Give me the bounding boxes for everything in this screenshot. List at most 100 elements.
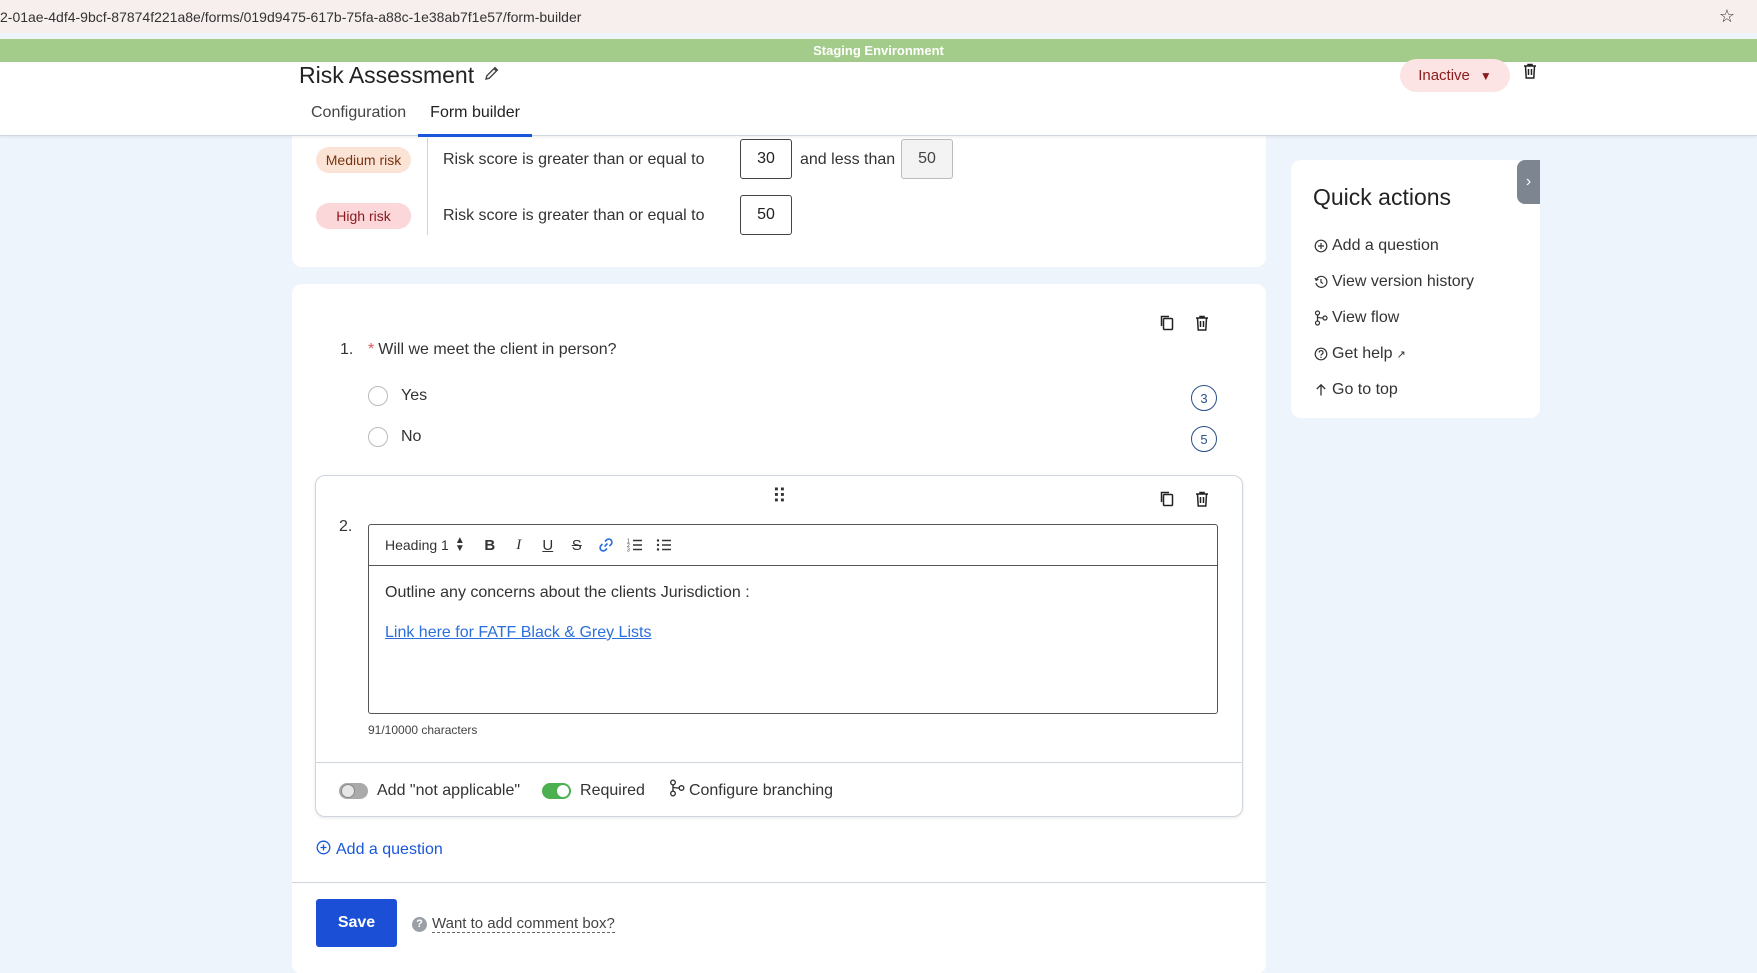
bookmark-star-icon[interactable]: ☆ [1719, 6, 1735, 27]
tab-bar: Configuration Form builder [299, 100, 532, 137]
question-2-footer-divider [316, 762, 1242, 763]
fatf-lists-link[interactable]: Link here for FATF Black & Grey Lists [385, 624, 651, 641]
option-yes-label: Yes [401, 387, 428, 404]
quick-action-add-question[interactable]: Add a question [1313, 228, 1474, 264]
svg-text:3: 3 [627, 548, 630, 554]
option-no-score[interactable]: 5 [1191, 426, 1217, 452]
risk-row-high: High risk [316, 203, 411, 229]
quick-action-get-help[interactable]: Get help ↗ [1313, 336, 1474, 372]
question-1-number: 1. [340, 341, 354, 358]
plus-circle-icon [1313, 239, 1328, 253]
url-text[interactable]: 2-01ae-4df4-9bcf-87874f221a8e/forms/019d… [0, 9, 581, 25]
heading-select[interactable]: Heading 1 ▲ ▼ [385, 535, 465, 554]
medium-risk-text: Risk score is greater than or equal to [443, 151, 705, 168]
external-link-icon: ↗ [1396, 348, 1406, 361]
caret-down-icon: ▼ [1479, 68, 1492, 83]
option-yes[interactable]: Yes [368, 386, 427, 406]
editor-content[interactable]: Outline any concerns about the clients J… [369, 566, 1217, 682]
quick-action-view-flow-label: View flow [1332, 309, 1400, 326]
delete-form-trash-icon[interactable] [1521, 62, 1539, 85]
browser-url-bar[interactable]: 2-01ae-4df4-9bcf-87874f221a8e/forms/019d… [0, 0, 1757, 33]
branching-icon [669, 779, 685, 802]
configure-branching-label: Configure branching [688, 781, 834, 799]
updown-chevron-icon: ▲ ▼ [454, 535, 465, 554]
ordered-list-icon[interactable]: 123 [627, 536, 643, 554]
quick-actions-panel: › Quick actions Add a question View vers… [1291, 160, 1540, 418]
tab-configuration[interactable]: Configuration [299, 100, 418, 137]
arrow-up-icon [1313, 383, 1328, 397]
radio-yes[interactable] [368, 386, 388, 406]
footer-divider [292, 882, 1266, 883]
required-toggle[interactable] [542, 782, 572, 799]
quick-action-version-history[interactable]: View version history [1313, 264, 1474, 300]
risk-row-medium: Medium risk [316, 147, 411, 173]
quick-actions-title: Quick actions [1313, 184, 1452, 210]
bold-icon[interactable]: B [482, 536, 498, 554]
comment-box-hint-text[interactable]: Want to add comment box? [432, 915, 615, 933]
rich-text-editor[interactable]: Heading 1 ▲ ▼ B I U S 123 Outline any con… [368, 524, 1218, 714]
quick-action-version-history-label: View version history [1332, 273, 1474, 290]
form-title-group: Risk Assessment [299, 62, 500, 89]
and-less-than-label: and less than [800, 151, 896, 168]
status-dropdown[interactable]: Inactive ▼ [1400, 59, 1510, 92]
character-count: 91/10000 characters [368, 723, 478, 737]
quick-action-view-flow[interactable]: View flow [1313, 300, 1474, 336]
heading-select-value: Heading 1 [385, 537, 449, 553]
flow-icon [1313, 310, 1328, 326]
page-header: Risk Assessment Configuration Form build… [0, 59, 1757, 137]
form-title: Risk Assessment [299, 62, 475, 88]
italic-icon[interactable]: I [511, 536, 527, 554]
duplicate-question-2-copy-icon[interactable] [1156, 488, 1178, 510]
history-icon [1313, 275, 1328, 289]
quick-action-go-to-top-label: Go to top [1332, 381, 1398, 398]
high-risk-text: Risk score is greater than or equal to [443, 207, 705, 224]
help-question-icon: ? [412, 916, 427, 932]
risk-thresholds-card: Medium risk Risk score is greater than o… [292, 130, 1266, 267]
high-risk-min-input[interactable]: 50 [740, 195, 792, 235]
delete-question-trash-icon[interactable] [1191, 312, 1213, 334]
configure-branching-button[interactable]: Configure branching [669, 779, 833, 802]
high-risk-badge: High risk [316, 203, 411, 229]
medium-risk-max-input: 50 [901, 139, 953, 179]
risk-divider [427, 138, 428, 235]
quick-actions-list: Add a question View version history View… [1313, 228, 1474, 408]
status-label: Inactive [1418, 67, 1470, 84]
editor-paragraph: Outline any concerns about the clients J… [385, 584, 750, 601]
question-1-text: Will we meet the client in person? [378, 341, 617, 358]
quick-action-get-help-label: Get help [1332, 345, 1393, 362]
quick-action-add-question-label: Add a question [1332, 237, 1439, 254]
add-question-label: Add a question [336, 841, 443, 858]
option-no[interactable]: No [368, 427, 421, 447]
link-icon[interactable] [598, 536, 614, 554]
required-asterisk: * [368, 341, 375, 358]
tab-form-builder[interactable]: Form builder [418, 100, 532, 137]
medium-risk-badge: Medium risk [316, 147, 411, 173]
question-2-footer: Add "not applicable" Required Configure … [339, 779, 833, 802]
editor-toolbar: Heading 1 ▲ ▼ B I U S 123 [369, 525, 1217, 566]
option-yes-score[interactable]: 3 [1191, 385, 1217, 411]
medium-risk-min-input[interactable]: 30 [740, 139, 792, 179]
question-2-number: 2. [339, 518, 353, 535]
help-icon [1313, 347, 1328, 361]
bullet-list-icon[interactable] [656, 536, 672, 554]
collapse-panel-chevron-right-icon[interactable]: › [1517, 160, 1540, 204]
question-2-editor-box: ⠿ 2. Heading 1 ▲ ▼ B I U S 123 Outline a… [315, 475, 1243, 817]
not-applicable-label: Add "not applicable" [377, 781, 521, 799]
delete-question-2-trash-icon[interactable] [1191, 488, 1213, 510]
plus-circle-icon [316, 840, 331, 860]
questions-card: 1. * Will we meet the client in person? Y… [292, 284, 1266, 973]
add-question-button[interactable]: Add a question [316, 840, 443, 860]
radio-no[interactable] [368, 427, 388, 447]
edit-title-pencil-icon[interactable] [484, 65, 500, 86]
strikethrough-icon[interactable]: S [569, 536, 585, 554]
question-1-label: * Will we meet the client in person? [368, 341, 617, 359]
drag-handle-icon[interactable]: ⠿ [772, 484, 787, 509]
comment-box-hint[interactable]: ? Want to add comment box? [412, 915, 615, 933]
option-no-label: No [401, 428, 422, 445]
duplicate-question-copy-icon[interactable] [1156, 312, 1178, 334]
required-label: Required [580, 781, 645, 799]
not-applicable-toggle[interactable] [339, 782, 368, 799]
save-button[interactable]: Save [316, 899, 397, 947]
quick-action-go-to-top[interactable]: Go to top [1313, 372, 1474, 408]
underline-icon[interactable]: U [540, 536, 556, 554]
